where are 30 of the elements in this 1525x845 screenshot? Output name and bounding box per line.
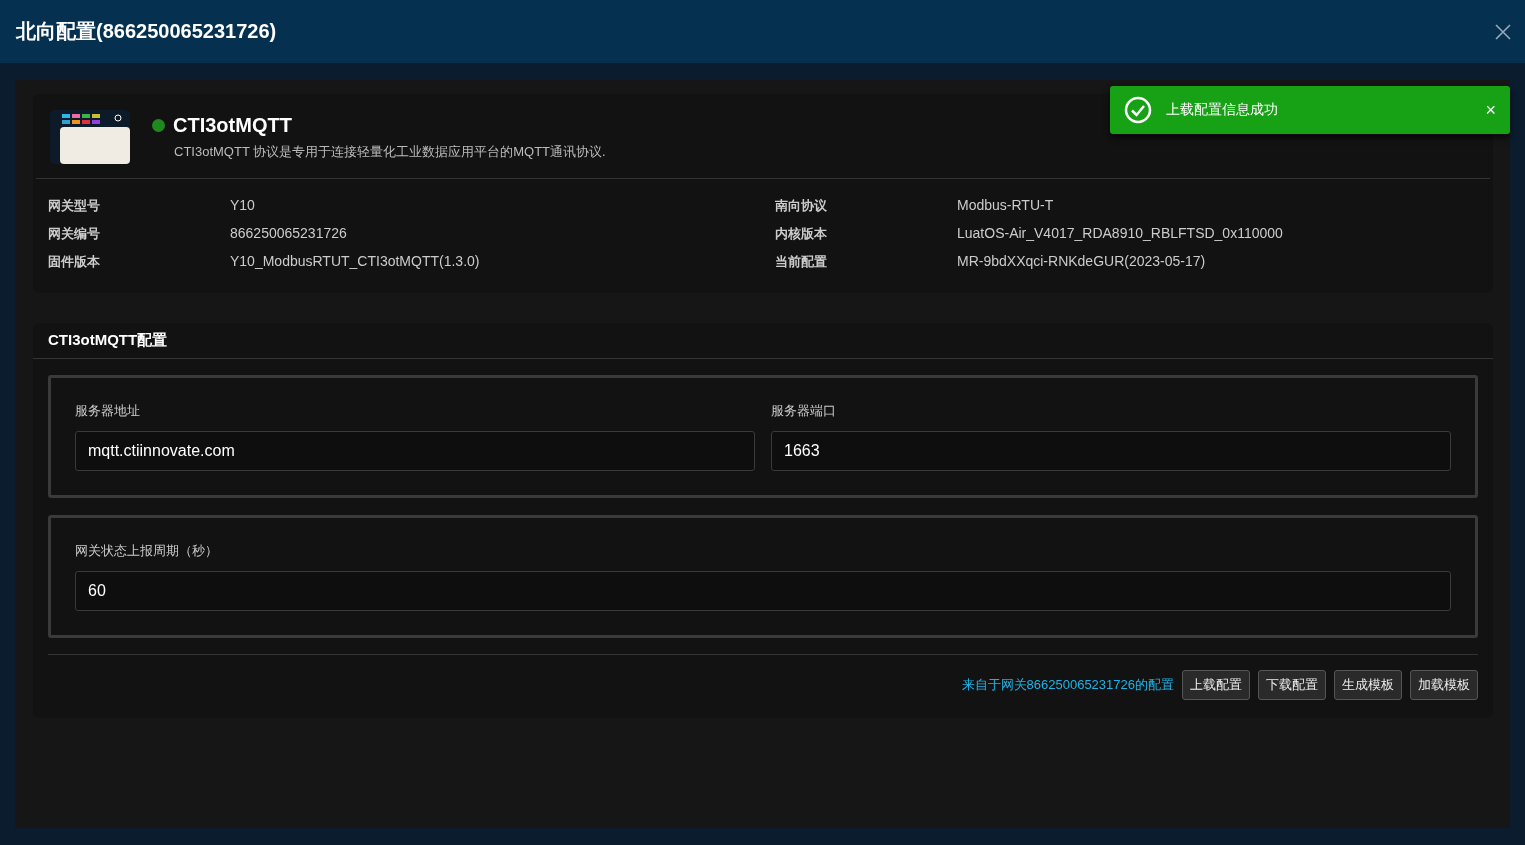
info-label: 固件版本 xyxy=(48,253,101,271)
field-label: 服务器地址 xyxy=(75,402,141,420)
close-icon[interactable] xyxy=(1495,23,1511,40)
info-label: 当前配置 xyxy=(775,253,828,271)
dialog-title: 北向配置(866250065231726) xyxy=(16,19,277,44)
protocol-description: CTI3otMQTT 协议是专用于连接轻量化工业数据应用平台的MQTT通讯协议. xyxy=(174,142,606,161)
info-value: Y10 xyxy=(230,197,256,215)
action-button[interactable]: 加载模板 xyxy=(1410,670,1478,700)
section-title: CTI3otMQTT配置 xyxy=(33,323,1493,359)
action-button[interactable]: 下载配置 xyxy=(1258,670,1326,700)
info-label: 内核版本 xyxy=(775,225,828,243)
info-label: 南向协议 xyxy=(775,197,828,215)
action-button[interactable]: 上载配置 xyxy=(1182,670,1250,700)
input-field[interactable]: 1663 xyxy=(771,431,1451,471)
info-label: 网关型号 xyxy=(48,197,101,215)
info-value: 866250065231726 xyxy=(230,225,348,243)
info-value: Modbus-RTU-T xyxy=(957,197,1055,215)
info-value: Y10_ModbusRTUT_CTI3otMQTT(1.3.0) xyxy=(230,253,481,271)
info-value: LuatOS-Air_V4017_RDA8910_RBLFTSD_0x110000 xyxy=(957,225,1284,243)
input-field[interactable]: mqtt.ctiinnovate.com xyxy=(75,431,755,471)
info-label: 网关编号 xyxy=(48,225,101,243)
field-label: 网关状态上报周期（秒） xyxy=(75,542,219,560)
protocol-name: CTI3otMQTT xyxy=(173,113,292,137)
toast-message: 上载配置信息成功 xyxy=(1166,101,1279,119)
input-field[interactable]: 60 xyxy=(75,571,1451,611)
field-label: 服务器端口 xyxy=(771,402,837,420)
source-link[interactable]: 来自于网关866250065231726的配置 xyxy=(961,676,1174,694)
action-button[interactable]: 生成模板 xyxy=(1334,670,1402,700)
check-circle-icon xyxy=(1124,96,1152,124)
info-value: MR-9bdXXqci-RNKdeGUR(2023-05-17) xyxy=(957,253,1207,271)
